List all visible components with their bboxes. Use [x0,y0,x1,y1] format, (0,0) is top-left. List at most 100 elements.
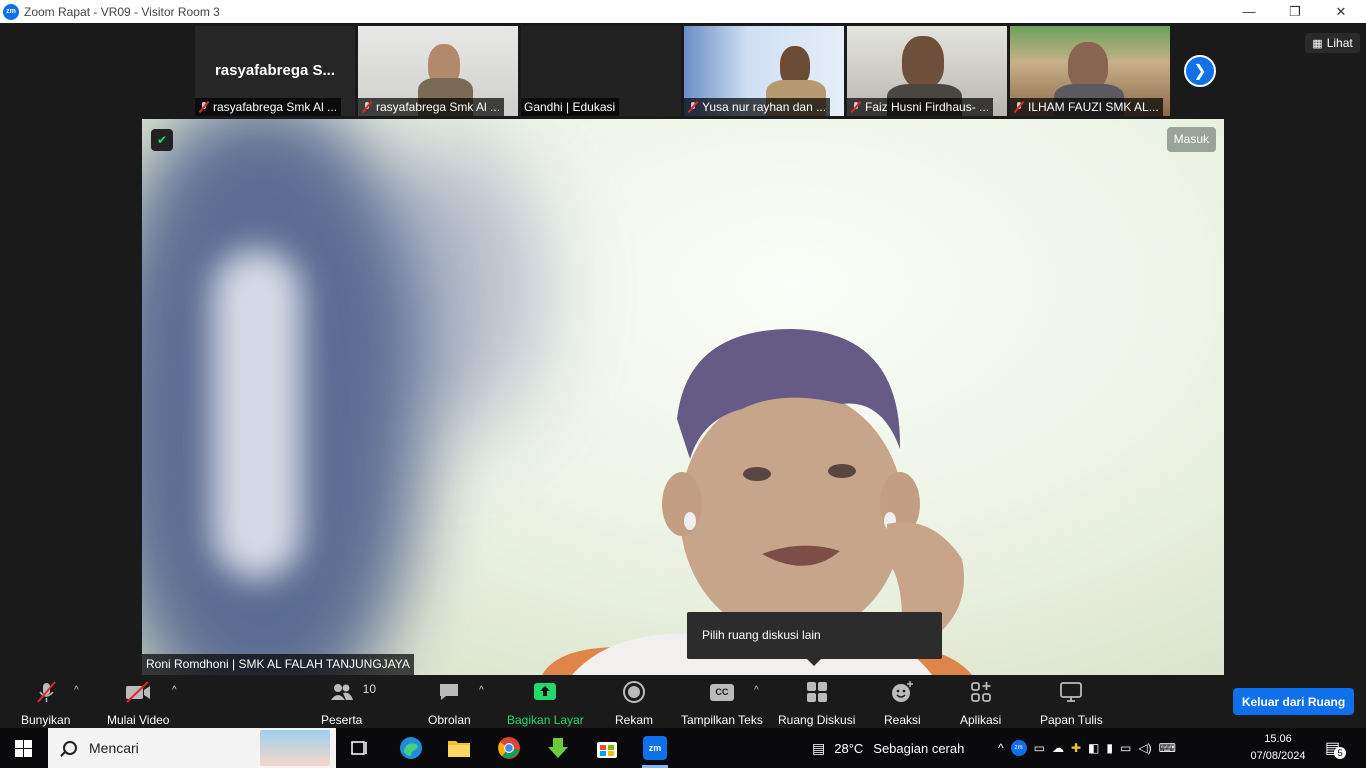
start-video-label: Mulai Video [107,713,170,727]
notifications-button[interactable]: ▤ 5 [1325,728,1347,768]
windows-start-icon[interactable] [15,740,32,757]
closed-captions-icon: CC [709,683,734,701]
chat-icon [440,684,459,700]
taskbar-clock[interactable]: 15.06 07/08/2024 [1244,731,1312,765]
file-explorer-icon[interactable] [447,736,471,760]
participants-icon [330,684,353,700]
view-button[interactable]: ▦ Lihat [1305,33,1360,53]
battery-tray-icon[interactable]: ▭ [1034,741,1045,755]
network-icon[interactable]: ▭ [1120,741,1131,755]
video-options-caret-icon[interactable]: ^ [172,685,177,696]
audio-options-caret-icon[interactable]: ^ [74,685,79,696]
keyboard-icon[interactable]: ⌨ [1159,741,1176,755]
participants-button[interactable]: 10 Peserta [321,680,376,727]
camera-tray-icon[interactable]: ◧ [1088,741,1099,755]
whiteboard-button[interactable]: Papan Tulis [1040,680,1103,727]
maximize-button[interactable]: ❐ [1272,0,1318,23]
record-label: Rekam [615,713,654,727]
captions-options-caret-icon[interactable]: ^ [754,685,759,696]
breakout-rooms-button[interactable]: Ruang Diskusi [778,680,855,727]
participant-video [1068,42,1108,90]
whiteboard-label: Papan Tulis [1040,713,1103,727]
share-screen-button[interactable]: Bagikan Layar [507,680,584,727]
weather-icon: ▤ [812,739,826,756]
weather-description: Sebagian cerah [873,740,965,756]
chrome-icon[interactable] [497,736,521,760]
participants-count: 10 [362,682,377,696]
participant-tile[interactable]: rasyafabrega Smk Al ... [358,26,518,116]
apps-button[interactable]: Aplikasi [960,680,1001,727]
apps-label: Aplikasi [960,713,1002,727]
zoom-tray-icon[interactable]: zm [1010,740,1027,756]
participant-strip: rasyafabrega S... rasyafabrega Smk Al ..… [0,23,1366,119]
apps-icon [970,682,991,702]
zoom-app-icon[interactable]: zm [643,736,667,760]
participants-label: Peserta [321,713,363,727]
system-tray: ^ zm ▭ ☁ ✚ ◧ ▮ ▭ ◁) ⌨ [998,728,1176,768]
participant-tile[interactable]: Faiz Husni Firdhaus- ... [847,26,1007,116]
reactions-label: Reaksi [884,713,921,727]
captions-button[interactable]: CC Tampilkan Teks [681,680,763,727]
show-hidden-icons-icon[interactable]: ^ [998,741,1004,755]
meeting-toolbar: Bunyikan ^ Mulai Video ^ 10 Peserta Obro… [0,675,1366,728]
minimize-button[interactable]: — [1226,0,1272,23]
weather-widget[interactable]: ▤ 28°C Sebagian cerah [812,728,964,768]
cloud-tray-icon[interactable]: ☁ [1052,741,1064,755]
participant-name: Faiz Husni Firdhaus- ... [865,100,990,114]
record-button[interactable]: Rekam [615,680,653,727]
start-video-button[interactable]: Mulai Video [107,680,169,727]
participant-video [902,36,944,88]
participant-name: ILHAM FAUZI SMK AL... [1028,100,1159,114]
download-app-icon[interactable] [546,736,570,760]
search-highlight-image [260,730,330,766]
mic-muted-icon [36,681,56,703]
chat-label: Obrolan [428,713,471,727]
muted-mic-icon [198,101,210,113]
next-page-button[interactable]: ❯ [1184,55,1216,87]
microsoft-store-icon[interactable] [595,736,619,760]
participant-tile[interactable]: rasyafabrega S... rasyafabrega Smk Al ..… [195,26,355,116]
speaker-name-label: Roni Romdhoni | SMK AL FALAH TANJUNGJAYA [142,654,414,675]
chat-button[interactable]: Obrolan [428,680,471,727]
volume-icon[interactable]: ◁) [1138,741,1151,755]
chat-options-caret-icon[interactable]: ^ [479,685,484,696]
participant-name: rasyafabrega Smk Al ... [213,100,338,114]
active-speaker-video[interactable]: ✔ Masuk Roni Romdhoni | SMK AL FALAH TAN… [142,119,1224,675]
share-screen-icon [534,683,557,700]
unmute-label: Bunyikan [21,713,71,727]
reactions-icon [892,681,914,702]
chevron-right-icon: ❯ [1193,63,1207,80]
speaker-figure [542,329,972,675]
leave-room-button[interactable]: Keluar dari Ruang [1233,688,1354,715]
share-screen-label: Bagikan Layar [507,713,584,727]
participant-display-name: rasyafabrega S... [214,62,336,79]
app-tray-icon[interactable]: ✚ [1071,741,1081,755]
clock-date: 07/08/2024 [1250,750,1306,762]
video-off-icon [126,681,151,703]
title-bar: zm Zoom Rapat - VR09 - Visitor Room 3 — … [0,0,1366,23]
close-button[interactable]: ✕ [1318,0,1364,23]
reactions-button[interactable]: Reaksi [884,680,921,727]
participant-tile[interactable]: ILHAM FAUZI SMK AL... [1010,26,1170,116]
taskbar-search-box[interactable]: Mencari [48,728,336,768]
record-icon [623,681,645,703]
join-badge[interactable]: Masuk [1166,127,1216,152]
muted-mic-icon [850,101,862,113]
participant-name: rasyafabrega Smk Al ... [376,100,501,114]
participant-name: Gandhi | Edukasi [524,100,616,114]
encryption-shield-icon[interactable]: ✔ [151,129,173,151]
participant-tile[interactable]: Gandhi | Edukasi [521,26,681,116]
zoom-logo-icon: zm [3,3,19,20]
unmute-button[interactable]: Bunyikan [21,680,70,727]
weather-temperature: 28°C [834,740,864,756]
window-title: Zoom Rapat - VR09 - Visitor Room 3 [24,4,220,19]
edge-browser-icon[interactable] [399,736,423,760]
captions-label: Tampilkan Teks [681,713,763,727]
task-view-icon[interactable] [348,736,372,760]
breakout-rooms-icon [806,682,827,702]
participant-tile[interactable]: Yusa nur rayhan dan ... [684,26,844,116]
breakout-tooltip: Pilih ruang diskusi lain [687,612,942,666]
view-label: Lihat [1326,36,1353,50]
microphone-tray-icon[interactable]: ▮ [1106,741,1113,755]
notifications-count: 5 [1334,747,1347,759]
